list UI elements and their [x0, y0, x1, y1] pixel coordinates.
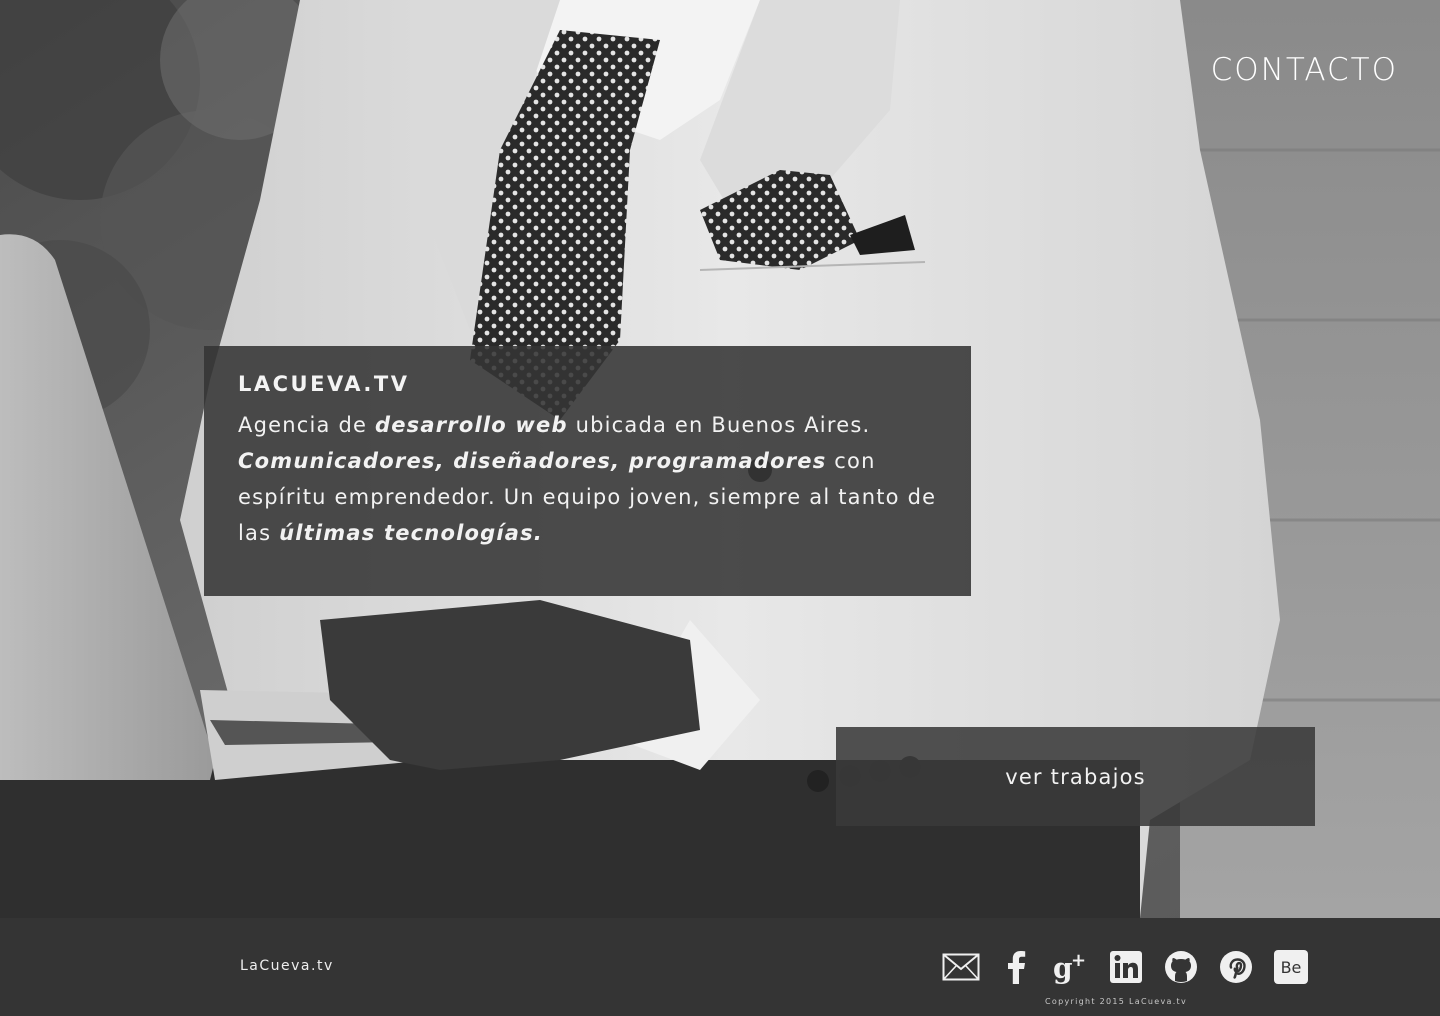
brand-title: LACUEVA.TV — [238, 372, 410, 396]
about-description: Agencia de desarrollo web ubicada en Bue… — [238, 407, 937, 551]
social-links: g + Be — [942, 948, 1310, 986]
svg-text:g: g — [1053, 952, 1073, 984]
svg-text:+: + — [1071, 950, 1086, 971]
pinterest-link[interactable] — [1217, 948, 1255, 986]
view-works-button[interactable]: ver trabajos — [836, 727, 1315, 826]
landing-page: CONTACTO LACUEVA.TV Agencia de desarroll… — [0, 0, 1440, 1016]
about-panel: LACUEVA.TV Agencia de desarrollo web ubi… — [204, 346, 971, 596]
linkedin-link[interactable] — [1107, 948, 1145, 986]
copyright-text: Copyright 2015 LaCueva.tv — [1045, 997, 1188, 1006]
about-highlight-3: últimas tecnologías. — [279, 521, 543, 545]
github-icon — [1165, 951, 1197, 983]
behance-icon: Be — [1274, 950, 1308, 984]
google-plus-link[interactable]: g + — [1052, 948, 1090, 986]
footer: LaCueva.tv g + Be Copyright 2015 LaCueva… — [0, 918, 1440, 1016]
facebook-icon — [1008, 951, 1026, 984]
pinterest-icon — [1220, 951, 1252, 983]
linkedin-icon — [1110, 951, 1142, 983]
footer-brand-link[interactable]: LaCueva.tv — [240, 958, 334, 974]
mail-icon — [942, 953, 980, 981]
about-highlight-1: desarrollo web — [374, 413, 568, 437]
google-plus-icon: g + — [1053, 950, 1086, 984]
contact-link[interactable]: CONTACTO — [1211, 52, 1398, 88]
facebook-link[interactable] — [997, 948, 1035, 986]
about-highlight-2: Comunicadores, diseñadores, programadore… — [238, 449, 827, 473]
behance-link[interactable]: Be — [1272, 948, 1310, 986]
behance-label: Be — [1281, 958, 1302, 977]
github-link[interactable] — [1162, 948, 1200, 986]
about-text-2: ubicada en Buenos Aires. — [567, 413, 871, 437]
about-text-1: Agencia de — [238, 413, 375, 437]
mail-link[interactable] — [942, 948, 980, 986]
